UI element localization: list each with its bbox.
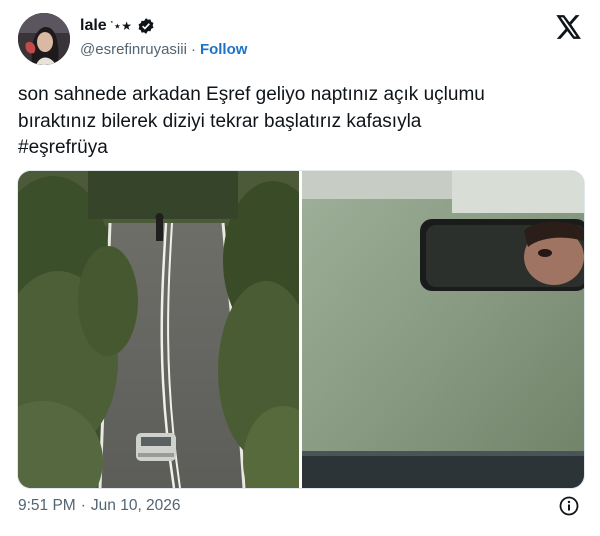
x-logo-icon[interactable] xyxy=(556,15,582,39)
handle-row: @esrefinruyasiii · Follow xyxy=(80,41,247,58)
name-decoration: ˙⋆★ xyxy=(109,19,132,33)
verified-badge-icon xyxy=(137,17,155,35)
media-image-mirror[interactable] xyxy=(302,171,584,488)
tweet-text: son sahnede arkadan Eşref geliyo naptını… xyxy=(18,84,485,158)
user-handle[interactable]: @esrefinruyasiii xyxy=(80,41,187,58)
separator: · xyxy=(190,41,196,58)
tweet-time: 9:51 PM xyxy=(18,497,76,514)
avatar-image xyxy=(18,13,70,65)
media-image-road[interactable] xyxy=(18,171,299,488)
tweet-date: Jun 10, 2026 xyxy=(90,497,181,514)
follow-button[interactable]: Follow xyxy=(200,41,248,58)
media-grid xyxy=(17,170,585,489)
user-name-row[interactable]: lale ˙⋆★ xyxy=(80,17,155,35)
separator: · xyxy=(80,497,86,514)
info-icon[interactable] xyxy=(559,496,579,516)
avatar[interactable] xyxy=(18,13,70,65)
tweet-timestamp[interactable]: 9:51 PM · Jun 10, 2026 xyxy=(18,497,181,515)
display-name[interactable]: lale xyxy=(80,17,107,35)
